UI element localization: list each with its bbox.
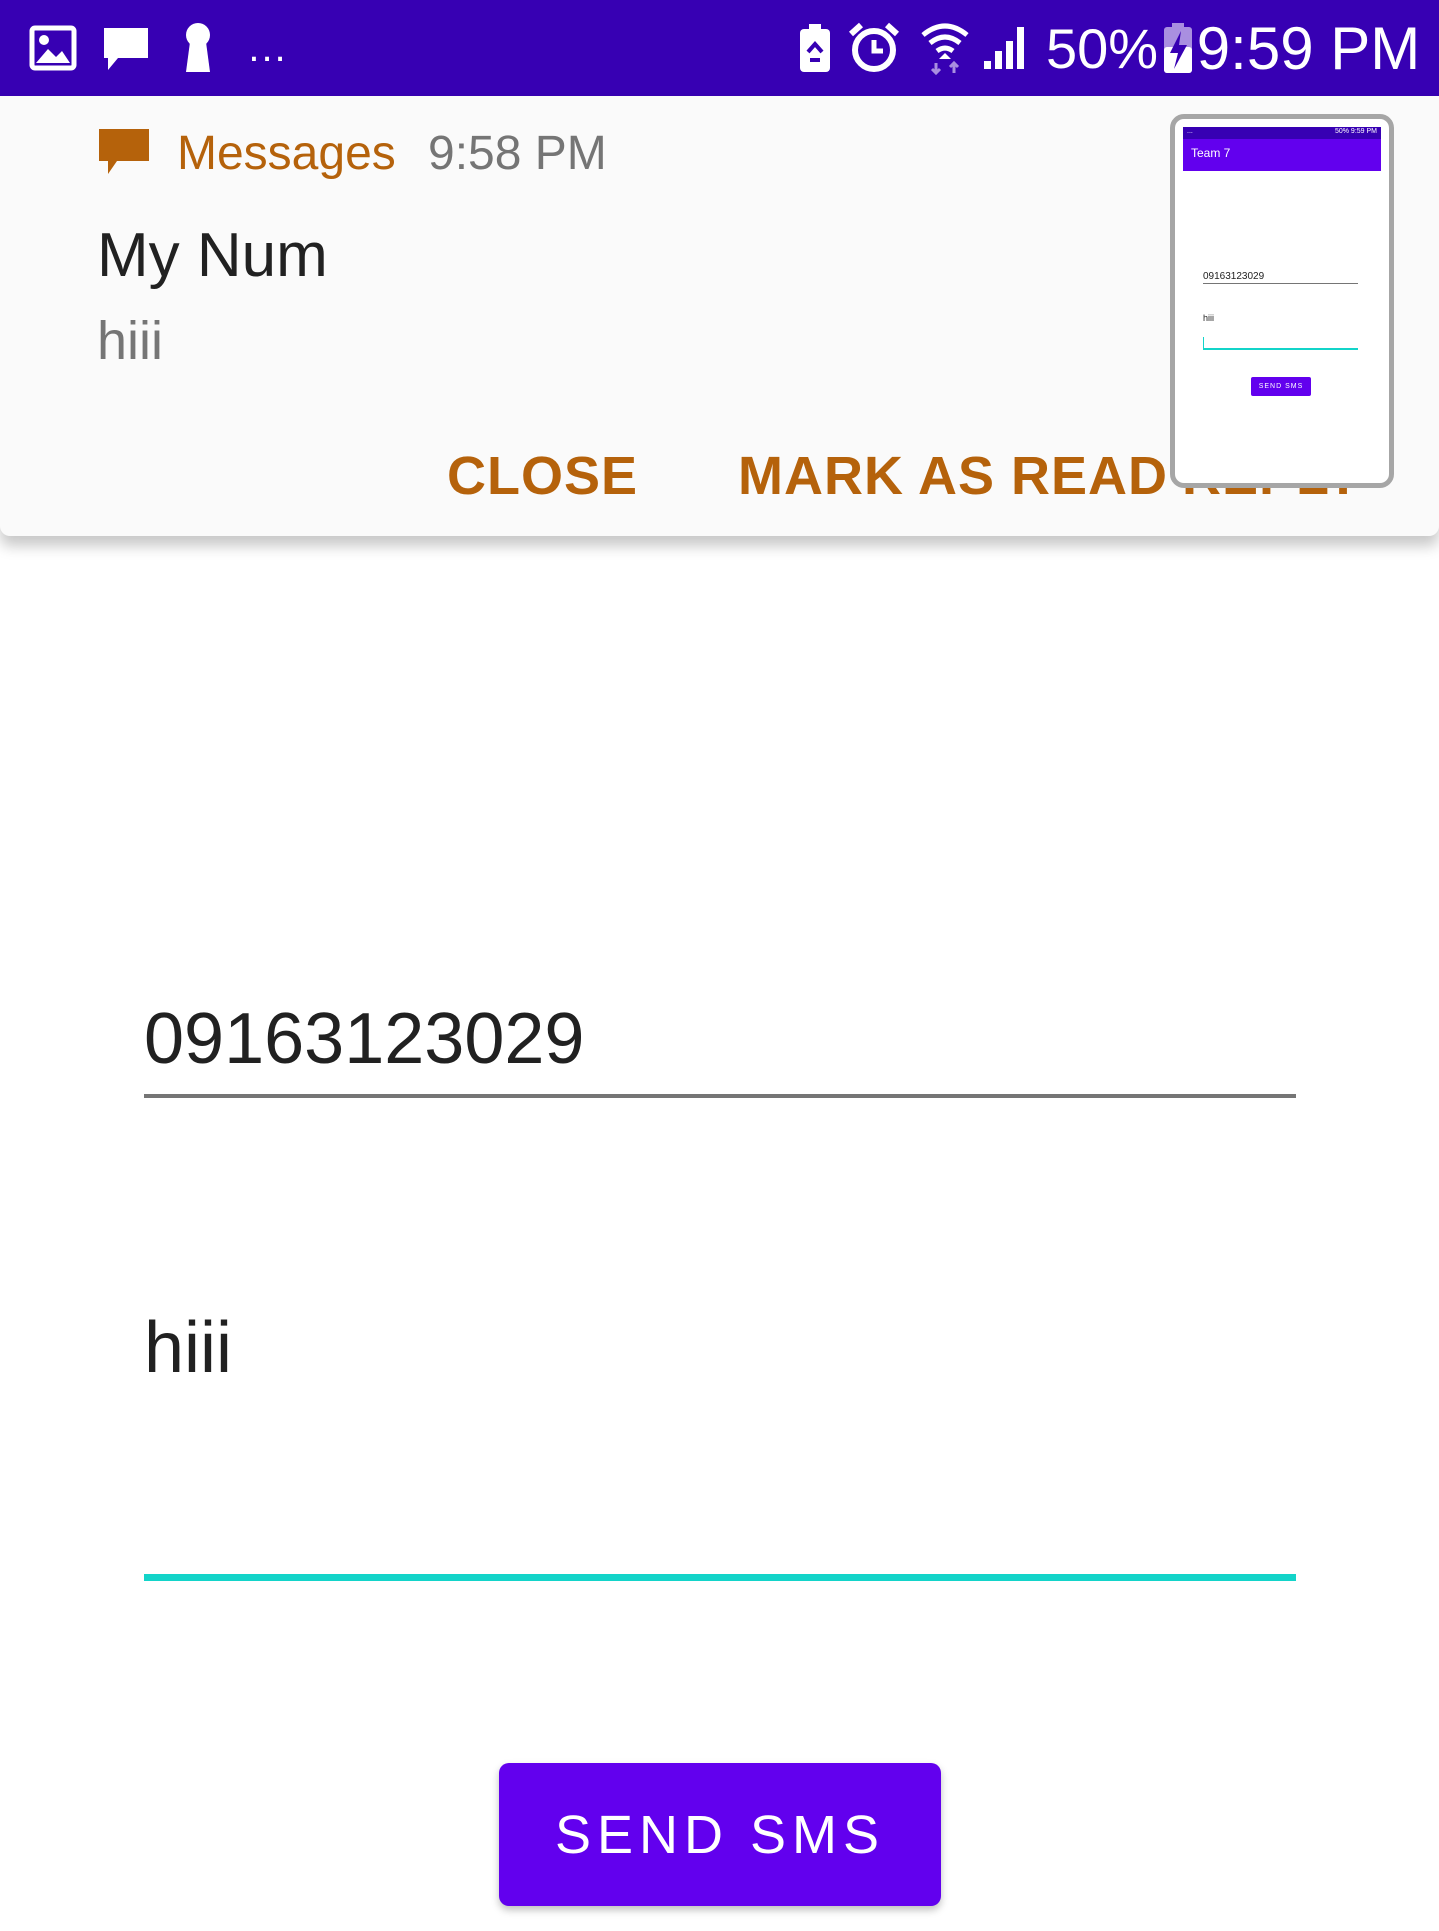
close-action[interactable]: CLOSE: [447, 445, 638, 507]
thumbnail-status-left: ...: [1187, 128, 1193, 135]
keyhole-icon: [180, 0, 216, 96]
message-field[interactable]: hiii: [144, 1307, 1296, 1389]
notification-body: hiii: [97, 311, 164, 371]
mark-as-read-action[interactable]: MARK AS READ: [738, 445, 1168, 507]
battery-saver-icon: [797, 0, 833, 96]
message-value: hiii: [144, 1308, 233, 1388]
thumbnail-message: hiii: [1203, 313, 1215, 323]
send-sms-button[interactable]: SEND SMS: [499, 1763, 941, 1906]
alarm-clock-icon: [848, 0, 900, 96]
thumbnail-screen: ... 50% 9:59 PM Team 7 09163123029 hiii …: [1183, 127, 1381, 475]
notification-app-name: Messages: [177, 127, 396, 180]
clock: 9:59 PM: [1196, 14, 1421, 82]
thumbnail-status-right: 50% 9:59 PM: [1334, 128, 1377, 135]
overflow-indicator: ...: [248, 25, 288, 70]
thumbnail-send-button: SEND SMS: [1251, 377, 1311, 396]
thumbnail-app-title: Team 7: [1191, 146, 1231, 160]
phone-number-value: 09163123029: [144, 999, 585, 1079]
thumbnail-message-underline: [1203, 348, 1358, 350]
status-bar: ... 50% 9:59 PM: [0, 0, 1439, 96]
thumbnail-status-bar: ... 50% 9:59 PM: [1183, 127, 1381, 139]
battery-percent: 50%: [1045, 16, 1159, 80]
thumbnail-number-underline: [1203, 283, 1358, 284]
phone-number-field[interactable]: 09163123029: [144, 998, 1296, 1080]
screenshot-thumbnail[interactable]: ... 50% 9:59 PM Team 7 09163123029 hiii …: [1170, 114, 1394, 488]
charging-battery-icon: [1160, 0, 1196, 96]
notification-time: 9:58 PM: [428, 127, 607, 180]
phone-number-underline: [144, 1094, 1296, 1098]
message-underline: [144, 1574, 1296, 1581]
message-bubble-icon: [97, 126, 151, 178]
thumbnail-number: 09163123029: [1203, 271, 1265, 282]
notification-title: My Num: [97, 221, 328, 290]
image-icon: [28, 0, 78, 96]
wifi-icon: [920, 0, 970, 96]
chat-bubble-icon: [99, 0, 153, 96]
thumbnail-cursor: [1203, 337, 1204, 348]
cell-signal-icon: [982, 0, 1034, 96]
